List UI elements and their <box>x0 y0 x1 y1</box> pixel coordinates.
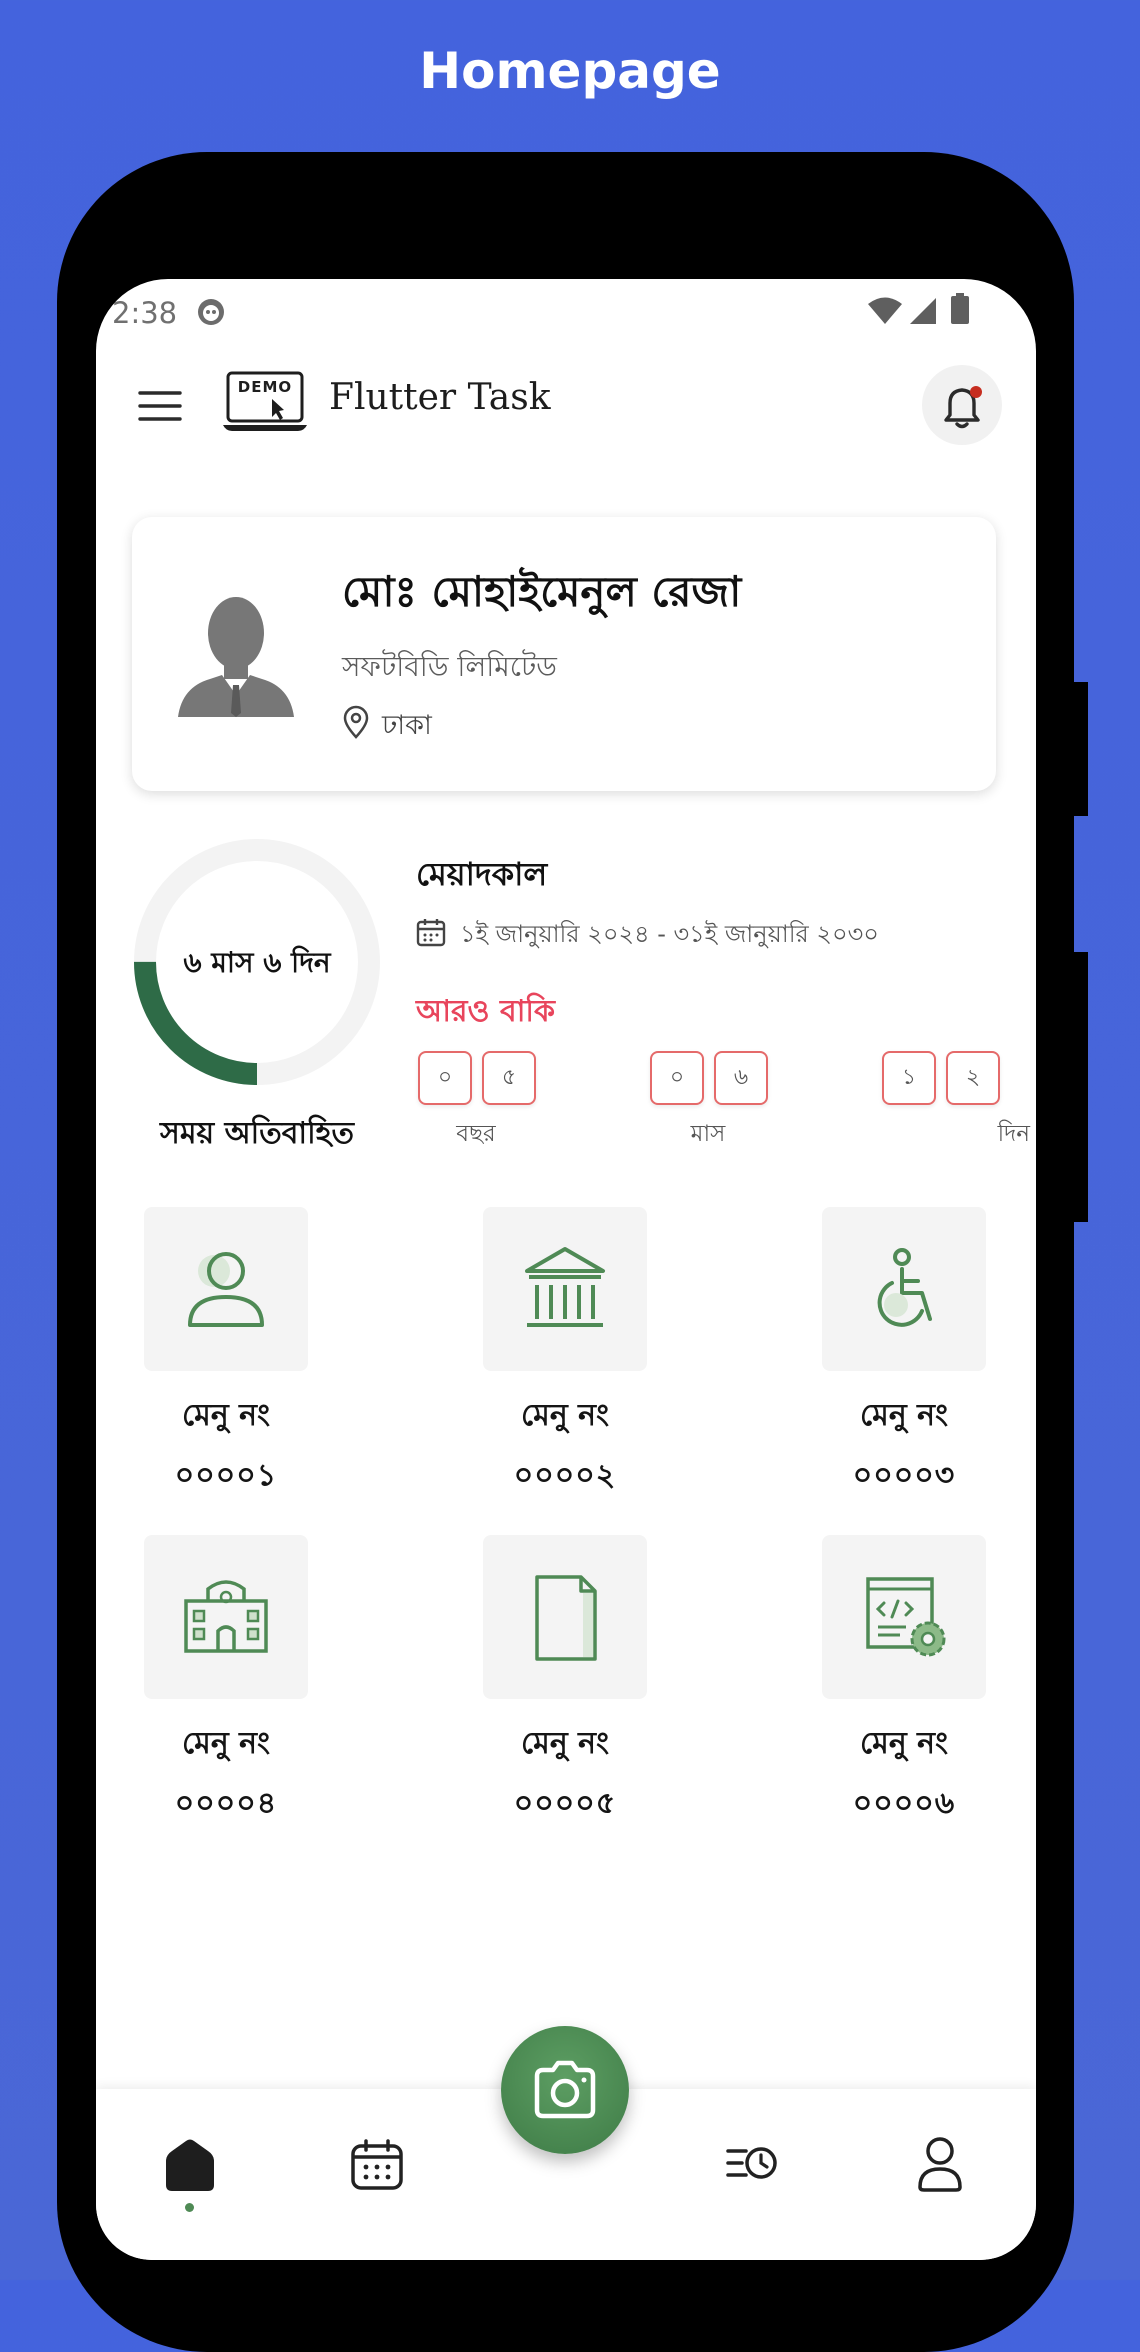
period-title: মেয়াদকাল <box>416 855 548 893</box>
menu-code-3: ০০০০৩ <box>852 1458 956 1493</box>
progress-caption: সময় অতিবাহিত <box>160 1116 354 1151</box>
menu-code-2: ০০০০২ <box>513 1458 617 1493</box>
menu-code-1: ০০০০১ <box>174 1458 278 1493</box>
menu-label-3: মেনু নং <box>860 1398 948 1433</box>
active-indicator-dot <box>185 2203 194 2212</box>
notification-app-icon <box>198 299 224 325</box>
menu-label-6: মেনু নং <box>860 1726 948 1761</box>
menu-code-5: ০০০০৫ <box>513 1786 617 1821</box>
menu-icon[interactable] <box>138 389 182 423</box>
menu-tile-5[interactable] <box>483 1535 647 1699</box>
location-pin-icon <box>343 705 369 739</box>
volume-button <box>1074 952 1088 1222</box>
avatar <box>178 597 294 717</box>
document-icon <box>535 1575 597 1661</box>
history-icon[interactable] <box>726 2143 778 2183</box>
progress-center-text: ৬ মাস ৬ দিন <box>183 946 331 979</box>
wifi-icon <box>868 297 902 324</box>
camera-icon <box>534 2060 596 2119</box>
profile-location: ঢাকা <box>382 710 432 741</box>
profile-name: মোঃ মোহাইমেনুল রেজা <box>342 567 742 616</box>
calendar-icon[interactable] <box>350 2139 404 2191</box>
bank-icon <box>525 1247 605 1327</box>
months-digit-2: ৬ <box>714 1051 768 1105</box>
app-title: Flutter Task <box>329 377 551 418</box>
power-button <box>1074 682 1088 816</box>
school-building-icon <box>184 1580 268 1653</box>
menu-tile-2[interactable] <box>483 1207 647 1371</box>
days-label: দিন <box>997 1121 1030 1147</box>
remaining-label: আরও বাকি <box>416 994 555 1029</box>
menu-label-4: মেনু নং <box>182 1726 270 1761</box>
status-time: 2:38 <box>112 296 178 330</box>
phone-screen: 2:38 DEMO Flutter Task মোঃ মোহাইমেনুল রে… <box>96 279 1036 2260</box>
menu-tile-1[interactable] <box>144 1207 308 1371</box>
menu-code-4: ০০০০৪ <box>174 1786 278 1821</box>
menu-tile-4[interactable] <box>144 1535 308 1699</box>
menu-tile-6[interactable] <box>822 1535 986 1699</box>
years-digit-2: ৫ <box>482 1051 536 1105</box>
notification-button[interactable] <box>922 365 1002 445</box>
menu-code-6: ০০০০৬ <box>852 1786 956 1821</box>
camera-button[interactable] <box>501 2026 629 2154</box>
bell-icon <box>944 386 982 429</box>
days-digit-2: ২ <box>946 1051 1000 1105</box>
battery-icon <box>951 293 969 324</box>
wheelchair-icon <box>877 1248 932 1327</box>
years-label: বছর <box>456 1121 496 1147</box>
menu-tile-3[interactable] <box>822 1207 986 1371</box>
user-icon <box>188 1252 264 1327</box>
home-icon[interactable] <box>160 2137 220 2193</box>
months-digit-1: ০ <box>650 1051 704 1105</box>
page-title: Homepage <box>419 42 721 100</box>
calendar-small-icon <box>416 919 446 947</box>
profile-company: সফটবিডি লিমিটেড <box>342 650 557 683</box>
period-date-range: ১ই জানুয়ারি ২০২৪ - ৩১ই জানুয়ারি ২০৩০ <box>460 920 879 948</box>
years-digit-1: ০ <box>418 1051 472 1105</box>
profile-icon[interactable] <box>916 2135 964 2193</box>
menu-label-5: মেনু নং <box>521 1726 609 1761</box>
days-digit-1: ১ <box>882 1051 936 1105</box>
profile-card[interactable]: মোঃ মোহাইমেনুল রেজা সফটবিডি লিমিটেড ঢাকা <box>132 517 996 791</box>
demo-logo-text: DEMO <box>237 378 293 396</box>
signal-icon <box>910 298 936 324</box>
menu-label-2: মেনু নং <box>521 1398 609 1433</box>
code-settings-icon <box>866 1577 946 1657</box>
menu-label-1: মেনু নং <box>182 1398 270 1433</box>
months-label: মাস <box>690 1121 726 1147</box>
